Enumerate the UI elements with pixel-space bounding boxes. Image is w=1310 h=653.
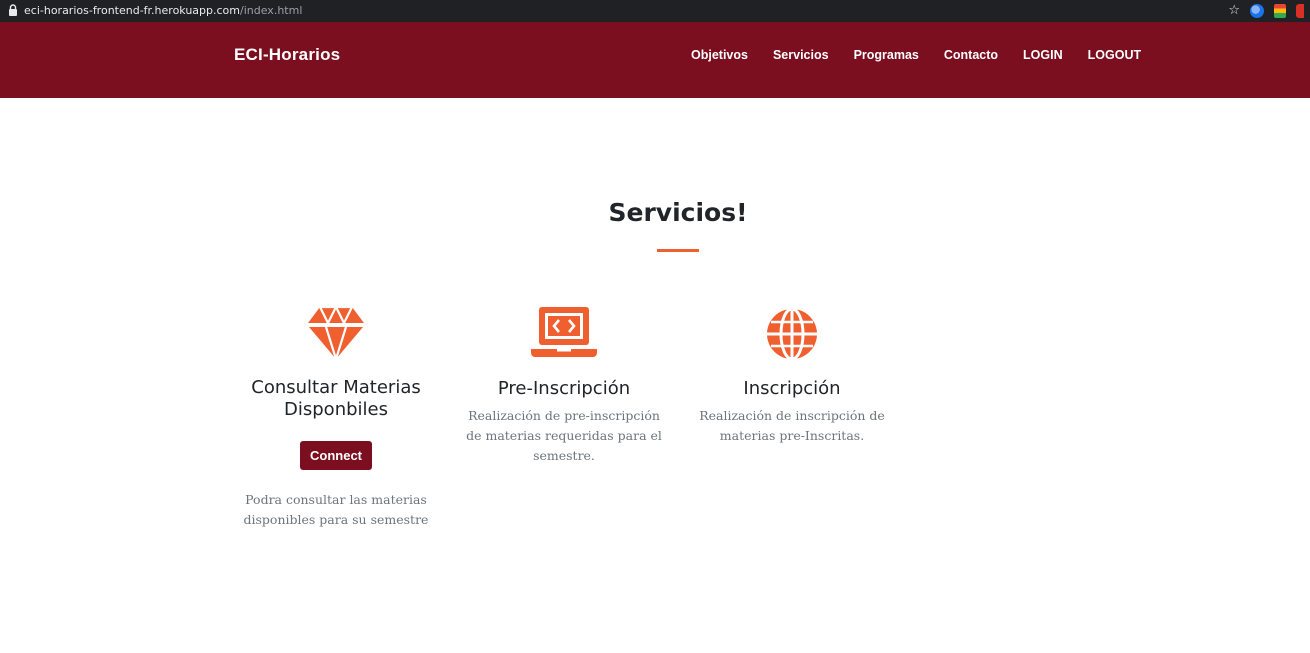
navbar: ECI-Horarios Objetivos Servicios Program… — [0, 22, 1310, 98]
service-inscripcion: Inscripción Realización de inscripción d… — [692, 305, 892, 446]
nav-link-objetivos[interactable]: Objetivos — [691, 48, 748, 62]
service-title-line1: Consultar Materias — [251, 377, 421, 398]
nav-link-contacto[interactable]: Contacto — [944, 48, 998, 62]
gem-icon — [308, 305, 364, 361]
browser-address-bar[interactable]: eci-horarios-frontend-fr.herokuapp.com/i… — [0, 0, 1310, 22]
service-title: Pre-Inscripción — [497, 378, 631, 399]
globe-icon — [767, 307, 817, 361]
service-title-line2: Disponbiles — [284, 399, 388, 420]
service-title: Consultar Materias Disponbiles — [236, 377, 436, 421]
url-host: eci-horarios-frontend-fr.herokuapp.com — [24, 4, 241, 17]
service-description: Realización de pre-inscripción de materi… — [466, 408, 662, 463]
star-icon[interactable]: ☆ — [1228, 3, 1240, 19]
service-description: Podra consultar las materias disponibles… — [243, 492, 429, 527]
section-title: Servicios! — [608, 198, 748, 227]
url-path: /index.html — [240, 4, 303, 17]
brand-logo[interactable]: ECI-Horarios — [234, 45, 340, 65]
service-consultar: Consultar Materias Disponbiles Connect P… — [236, 305, 436, 530]
service-description: Realización de inscripción de materias p… — [699, 408, 885, 443]
nav-link-servicios[interactable]: Servicios — [773, 48, 829, 62]
nav-link-programas[interactable]: Programas — [854, 48, 919, 62]
extension-icon[interactable] — [1296, 4, 1304, 18]
nav-link-login[interactable]: LOGIN — [1023, 48, 1063, 62]
lock-icon — [9, 4, 17, 16]
url-text[interactable]: eci-horarios-frontend-fr.herokuapp.com/i… — [24, 4, 302, 17]
nav-links: Objetivos Servicios Programas Contacto L… — [691, 48, 1166, 62]
extension-icon[interactable] — [1250, 4, 1264, 18]
service-title: Inscripción — [743, 378, 841, 399]
title-divider — [657, 249, 699, 252]
connect-button[interactable]: Connect — [300, 441, 372, 470]
extension-icon[interactable] — [1274, 4, 1286, 18]
laptop-code-icon — [531, 307, 597, 357]
service-pre-inscripcion: Pre-Inscripción Realización de pre-inscr… — [464, 305, 664, 466]
nav-link-logout[interactable]: LOGOUT — [1088, 48, 1141, 62]
